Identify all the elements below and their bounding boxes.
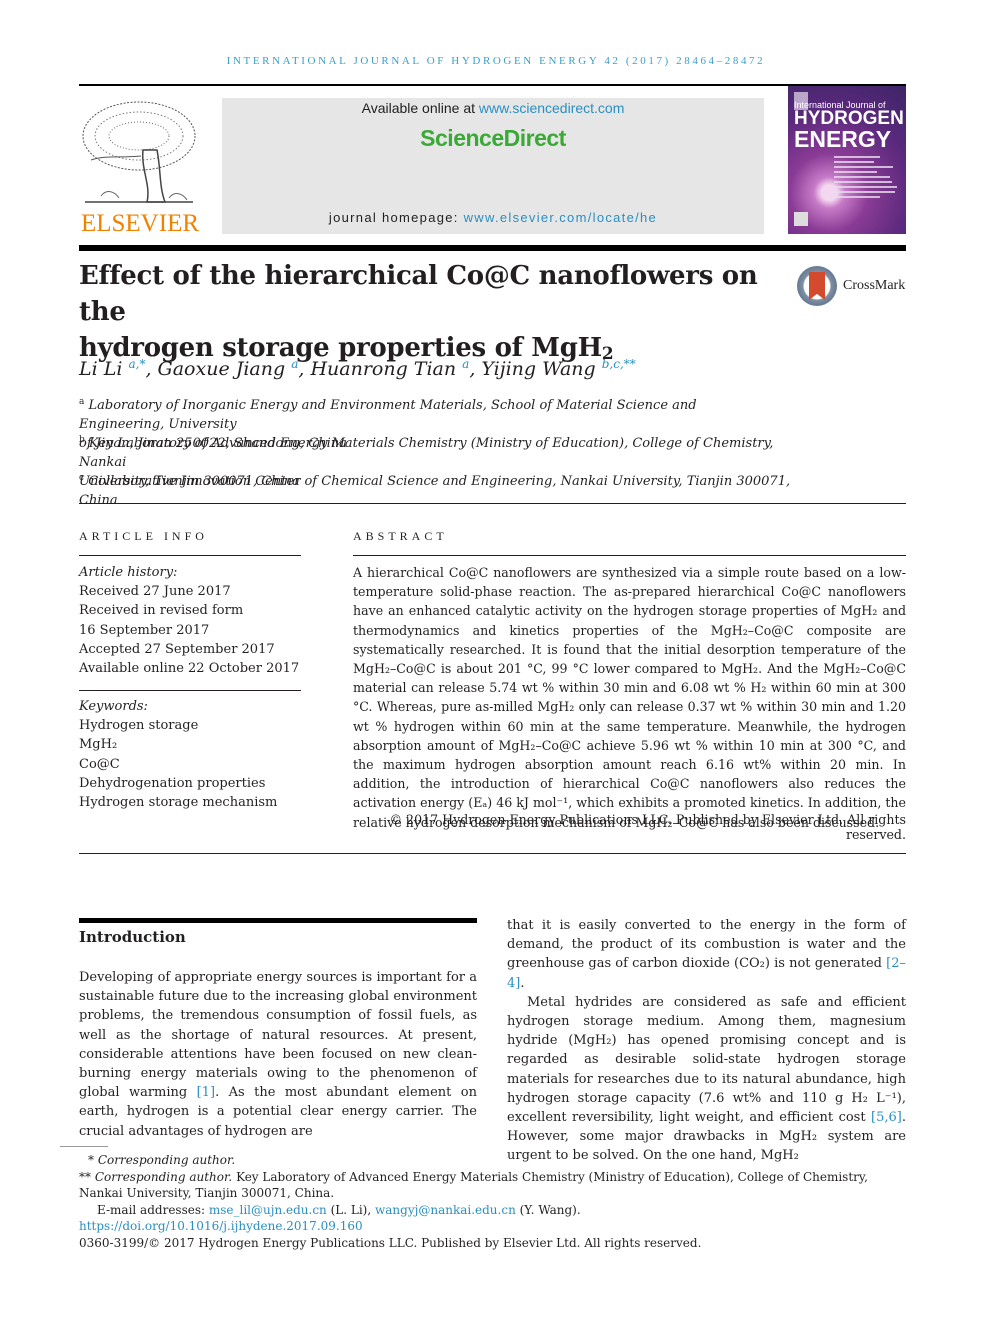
- crossmark-label: CrossMark: [843, 278, 906, 293]
- journal-homepage: journal homepage: www.elsevier.com/locat…: [222, 210, 764, 225]
- journal-homepage-link[interactable]: www.elsevier.com/locate/he: [464, 210, 657, 225]
- author-marks[interactable]: a: [462, 357, 469, 371]
- top-rule: [79, 84, 906, 86]
- doi-link[interactable]: https://doi.org/10.1016/j.ijhydene.2017.…: [79, 1219, 363, 1233]
- footnote-mark: **: [79, 1169, 91, 1184]
- intro-text: Metal hydrides are considered as safe an…: [507, 994, 906, 1126]
- abstract-heading: ABSTRACT: [353, 529, 448, 543]
- affiliation-mark: c: [79, 473, 85, 483]
- journal-cover-image[interactable]: International Journal of HYDROGEN ENERGY: [788, 86, 906, 234]
- cover-editor-list: [834, 156, 900, 201]
- keywords: Keywords: Hydrogen storage MgH₂ Co@C Deh…: [79, 697, 301, 812]
- author-marks[interactable]: a: [291, 357, 298, 371]
- affiliation-text: Key Laboratory of Advanced Energy Materi…: [79, 436, 774, 470]
- article-history: Article history: Received 27 June 2017 R…: [79, 563, 301, 678]
- author-name[interactable]: Yijing Wang: [481, 358, 595, 380]
- keyword-item: Hydrogen storage mechanism: [79, 795, 278, 811]
- sciencedirect-link[interactable]: www.sciencedirect.com: [479, 100, 625, 116]
- footnote-rule: [60, 1146, 108, 1147]
- elsevier-logo[interactable]: ELSEVIER: [79, 98, 201, 238]
- cover-line3: ENERGY: [794, 126, 892, 152]
- issn-copyright: 0360-3199/© 2017 Hydrogen Energy Publica…: [79, 1235, 702, 1250]
- article-info-rule: [79, 555, 301, 556]
- author-name[interactable]: Huanrong Tian: [310, 358, 456, 380]
- author-marks[interactable]: b,c,**: [602, 357, 636, 371]
- footnote-label: Corresponding author.: [94, 1169, 233, 1184]
- elsevier-wordmark: ELSEVIER: [80, 210, 200, 237]
- introduction-rule: [79, 918, 477, 923]
- intro-paragraph: that it is easily converted to the energ…: [507, 916, 906, 993]
- introduction-heading: Introduction: [79, 928, 186, 946]
- abstract-copyright: © 2017 Hydrogen Energy Publications LLC.…: [389, 812, 906, 842]
- article-title: Effect of the hierarchical Co@C nanoflow…: [79, 258, 779, 366]
- crossmark-button[interactable]: CrossMark: [797, 266, 909, 308]
- available-online-text: Available online at www.sciencedirect.co…: [222, 100, 764, 116]
- elsevier-tree-icon: [82, 101, 196, 203]
- available-online-prefix: Available online at: [361, 100, 479, 116]
- running-head: International Journal of Hydrogen Energy…: [226, 55, 766, 67]
- homepage-prefix: journal homepage:: [328, 210, 464, 225]
- intro-text: .: [520, 975, 525, 991]
- email-addresses: E-mail addresses: mse_lil@ujn.edu.cn (L.…: [79, 1202, 906, 1219]
- history-item: Received in revised form: [79, 603, 244, 619]
- keywords-label: Keywords:: [79, 699, 148, 714]
- header-rule: [79, 245, 906, 251]
- abstract-rule: [353, 555, 906, 556]
- footnote-label: Corresponding author.: [97, 1153, 236, 1167]
- footnotes: * Corresponding author. ** Corresponding…: [79, 1152, 906, 1251]
- abstract-text: A hierarchical Co@C nanoflowers are synt…: [353, 565, 906, 830]
- footnote-2: ** Corresponding author. Key Laboratory …: [79, 1169, 906, 1202]
- keyword-item: Dehydrogenation properties: [79, 775, 266, 791]
- email-link[interactable]: wangyj@nankai.edu.cn: [375, 1203, 516, 1217]
- author-name[interactable]: Li Li: [79, 358, 122, 380]
- affiliation-c: c Collaborative Innovation Center of Che…: [79, 472, 799, 510]
- email-owner: (Y. Wang).: [515, 1202, 581, 1217]
- footnote-1: * Corresponding author.: [79, 1152, 906, 1169]
- intro-text: that it is easily converted to the energ…: [507, 918, 906, 972]
- title-line-1: Effect of the hierarchical Co@C nanoflow…: [79, 261, 758, 327]
- intro-text: Developing of appropriate energy sources…: [79, 970, 477, 1101]
- history-item: 16 September 2017: [79, 622, 210, 638]
- history-item: Received 27 June 2017: [79, 584, 231, 600]
- sciencedirect-banner: Available online at www.sciencedirect.co…: [222, 98, 764, 234]
- author-list: Li Li a,*, Gaoxue Jiang a, Huanrong Tian…: [79, 357, 636, 380]
- history-label: Article history:: [79, 565, 178, 580]
- affiliation-mark: b: [79, 435, 85, 445]
- affiliation-text: Laboratory of Inorganic Energy and Envir…: [79, 398, 697, 432]
- email-owner: (L. Li),: [326, 1202, 375, 1217]
- keyword-item: Co@C: [79, 756, 120, 772]
- keywords-rule: [79, 690, 301, 691]
- citation-link[interactable]: [5,6]: [871, 1110, 902, 1125]
- affiliation-mark: a: [79, 397, 85, 407]
- cover-society-logo-icon: [794, 212, 808, 226]
- history-item: Available online 22 October 2017: [79, 661, 300, 677]
- abstract-bottom-rule: [79, 853, 906, 854]
- author-name[interactable]: Gaoxue Jiang: [158, 358, 286, 380]
- citation-link[interactable]: [1]: [197, 1085, 215, 1100]
- email-label: E-mail addresses:: [97, 1202, 209, 1217]
- introduction-right-column: that it is easily converted to the energ…: [507, 916, 906, 1166]
- intro-paragraph: Metal hydrides are considered as safe an…: [507, 993, 906, 1166]
- footnote-mark: *: [88, 1153, 94, 1167]
- article-info-heading: ARTICLE INFO: [79, 529, 208, 543]
- sciencedirect-logo[interactable]: ScienceDirect: [222, 125, 764, 152]
- author-marks[interactable]: a,*: [128, 357, 145, 371]
- email-link[interactable]: mse_lil@ujn.edu.cn: [209, 1203, 327, 1217]
- affiliation-rule: [79, 503, 906, 504]
- keyword-item: Hydrogen storage: [79, 718, 199, 734]
- introduction-left-column: Developing of appropriate energy sources…: [79, 968, 477, 1141]
- keyword-item: MgH₂: [79, 737, 118, 753]
- history-item: Accepted 27 September 2017: [79, 641, 275, 657]
